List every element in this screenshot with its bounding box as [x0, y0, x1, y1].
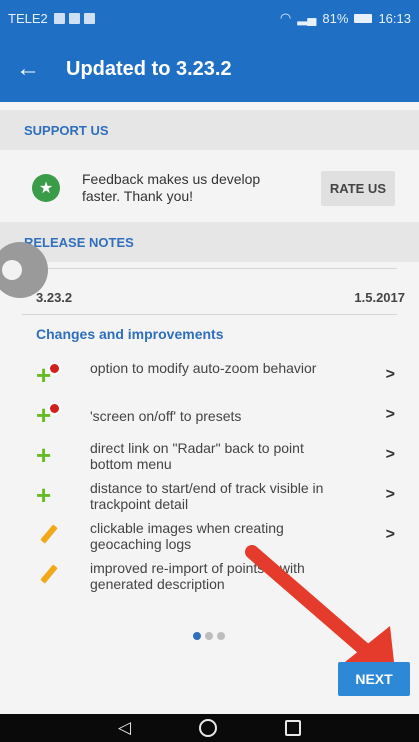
notification-icon — [83, 12, 95, 24]
change-item[interactable]: + distance to start/end of track visible… — [0, 476, 419, 516]
page-indicator — [193, 632, 225, 640]
page-title: Updated to 3.23.2 — [66, 57, 232, 80]
status-bar: TELE2 ◠ ▂▄ 81% 16:13 — [0, 0, 419, 36]
change-item[interactable]: + direct link on "Radar" back to point b… — [0, 436, 419, 476]
pencil-icon — [36, 522, 66, 550]
carrier-label: TELE2 — [8, 10, 48, 26]
rate-us-button[interactable]: RATE US — [320, 170, 395, 206]
change-item-text: distance to start/end of track visible i… — [90, 480, 324, 512]
signal-icon: ▂▄ — [297, 10, 317, 25]
circle-home-icon[interactable] — [199, 719, 218, 737]
support-us-header: SUPPORT US — [0, 110, 419, 150]
change-item[interactable]: + option to modify auto-zoom behavior > — [0, 356, 419, 396]
floating-handle-inner — [2, 260, 22, 280]
page-dot — [217, 632, 225, 640]
change-item[interactable]: clickable images when creating geocachin… — [0, 516, 419, 556]
version-number: 3.23.2 — [36, 290, 73, 305]
chevron-right-icon: > — [385, 446, 395, 463]
plus-icon: + — [36, 480, 52, 510]
wifi-icon: ◠ — [279, 10, 292, 25]
pencil-icon — [36, 562, 66, 590]
change-item-text: clickable images when creating geocachin… — [90, 520, 284, 552]
support-card: ★ Feedback makes us develop faster. Than… — [18, 152, 401, 224]
change-list: + option to modify auto-zoom behavior > … — [0, 356, 419, 596]
square-recent-icon[interactable] — [285, 720, 302, 736]
release-notes-header: RELEASE NOTES — [0, 222, 419, 262]
change-item-text: improved re-import of points... with gen… — [90, 560, 305, 592]
change-item[interactable]: improved re-import of points... with gen… — [0, 556, 419, 596]
change-item-text: 'screen on/off' to presets — [90, 408, 242, 424]
battery-percent: 81% — [322, 10, 349, 26]
change-item[interactable]: + 'screen on/off' to presets > — [0, 396, 419, 436]
system-nav-bar: ◁ — [0, 714, 419, 742]
notification-icon — [53, 12, 65, 24]
app-bar: ← Updated to 3.23.2 — [0, 36, 419, 102]
battery-icon — [354, 13, 373, 23]
chevron-right-icon: > — [385, 526, 395, 543]
plus-pin-icon: + — [36, 362, 66, 390]
clock: 16:13 — [378, 10, 411, 26]
chevron-right-icon: > — [385, 366, 395, 383]
page-dot — [205, 632, 213, 640]
divider — [22, 268, 397, 269]
star-circle-icon: ★ — [32, 174, 60, 202]
plus-icon: + — [36, 440, 52, 470]
chevron-right-icon: > — [385, 486, 395, 503]
content-area: SUPPORT US ★ Feedback makes us develop f… — [0, 102, 419, 714]
next-button[interactable]: NEXT — [338, 662, 410, 696]
chevron-right-icon: > — [385, 406, 395, 423]
arrow-left-icon[interactable]: ← — [0, 55, 56, 83]
page-dot-active — [193, 632, 201, 640]
change-item-text: option to modify auto-zoom behavior — [90, 360, 317, 376]
notification-icon — [68, 12, 80, 24]
triangle-back-icon[interactable]: ◁ — [118, 718, 131, 738]
change-item-text: direct link on "Radar" back to point bot… — [90, 440, 304, 472]
feedback-text: Feedback makes us develop faster. Thank … — [82, 171, 261, 204]
plus-pin-icon: + — [36, 402, 66, 430]
version-row: 3.23.2 1.5.2017 — [0, 282, 419, 312]
release-date: 1.5.2017 — [354, 290, 405, 305]
changes-title: Changes and improvements — [36, 326, 224, 342]
divider — [22, 314, 397, 315]
